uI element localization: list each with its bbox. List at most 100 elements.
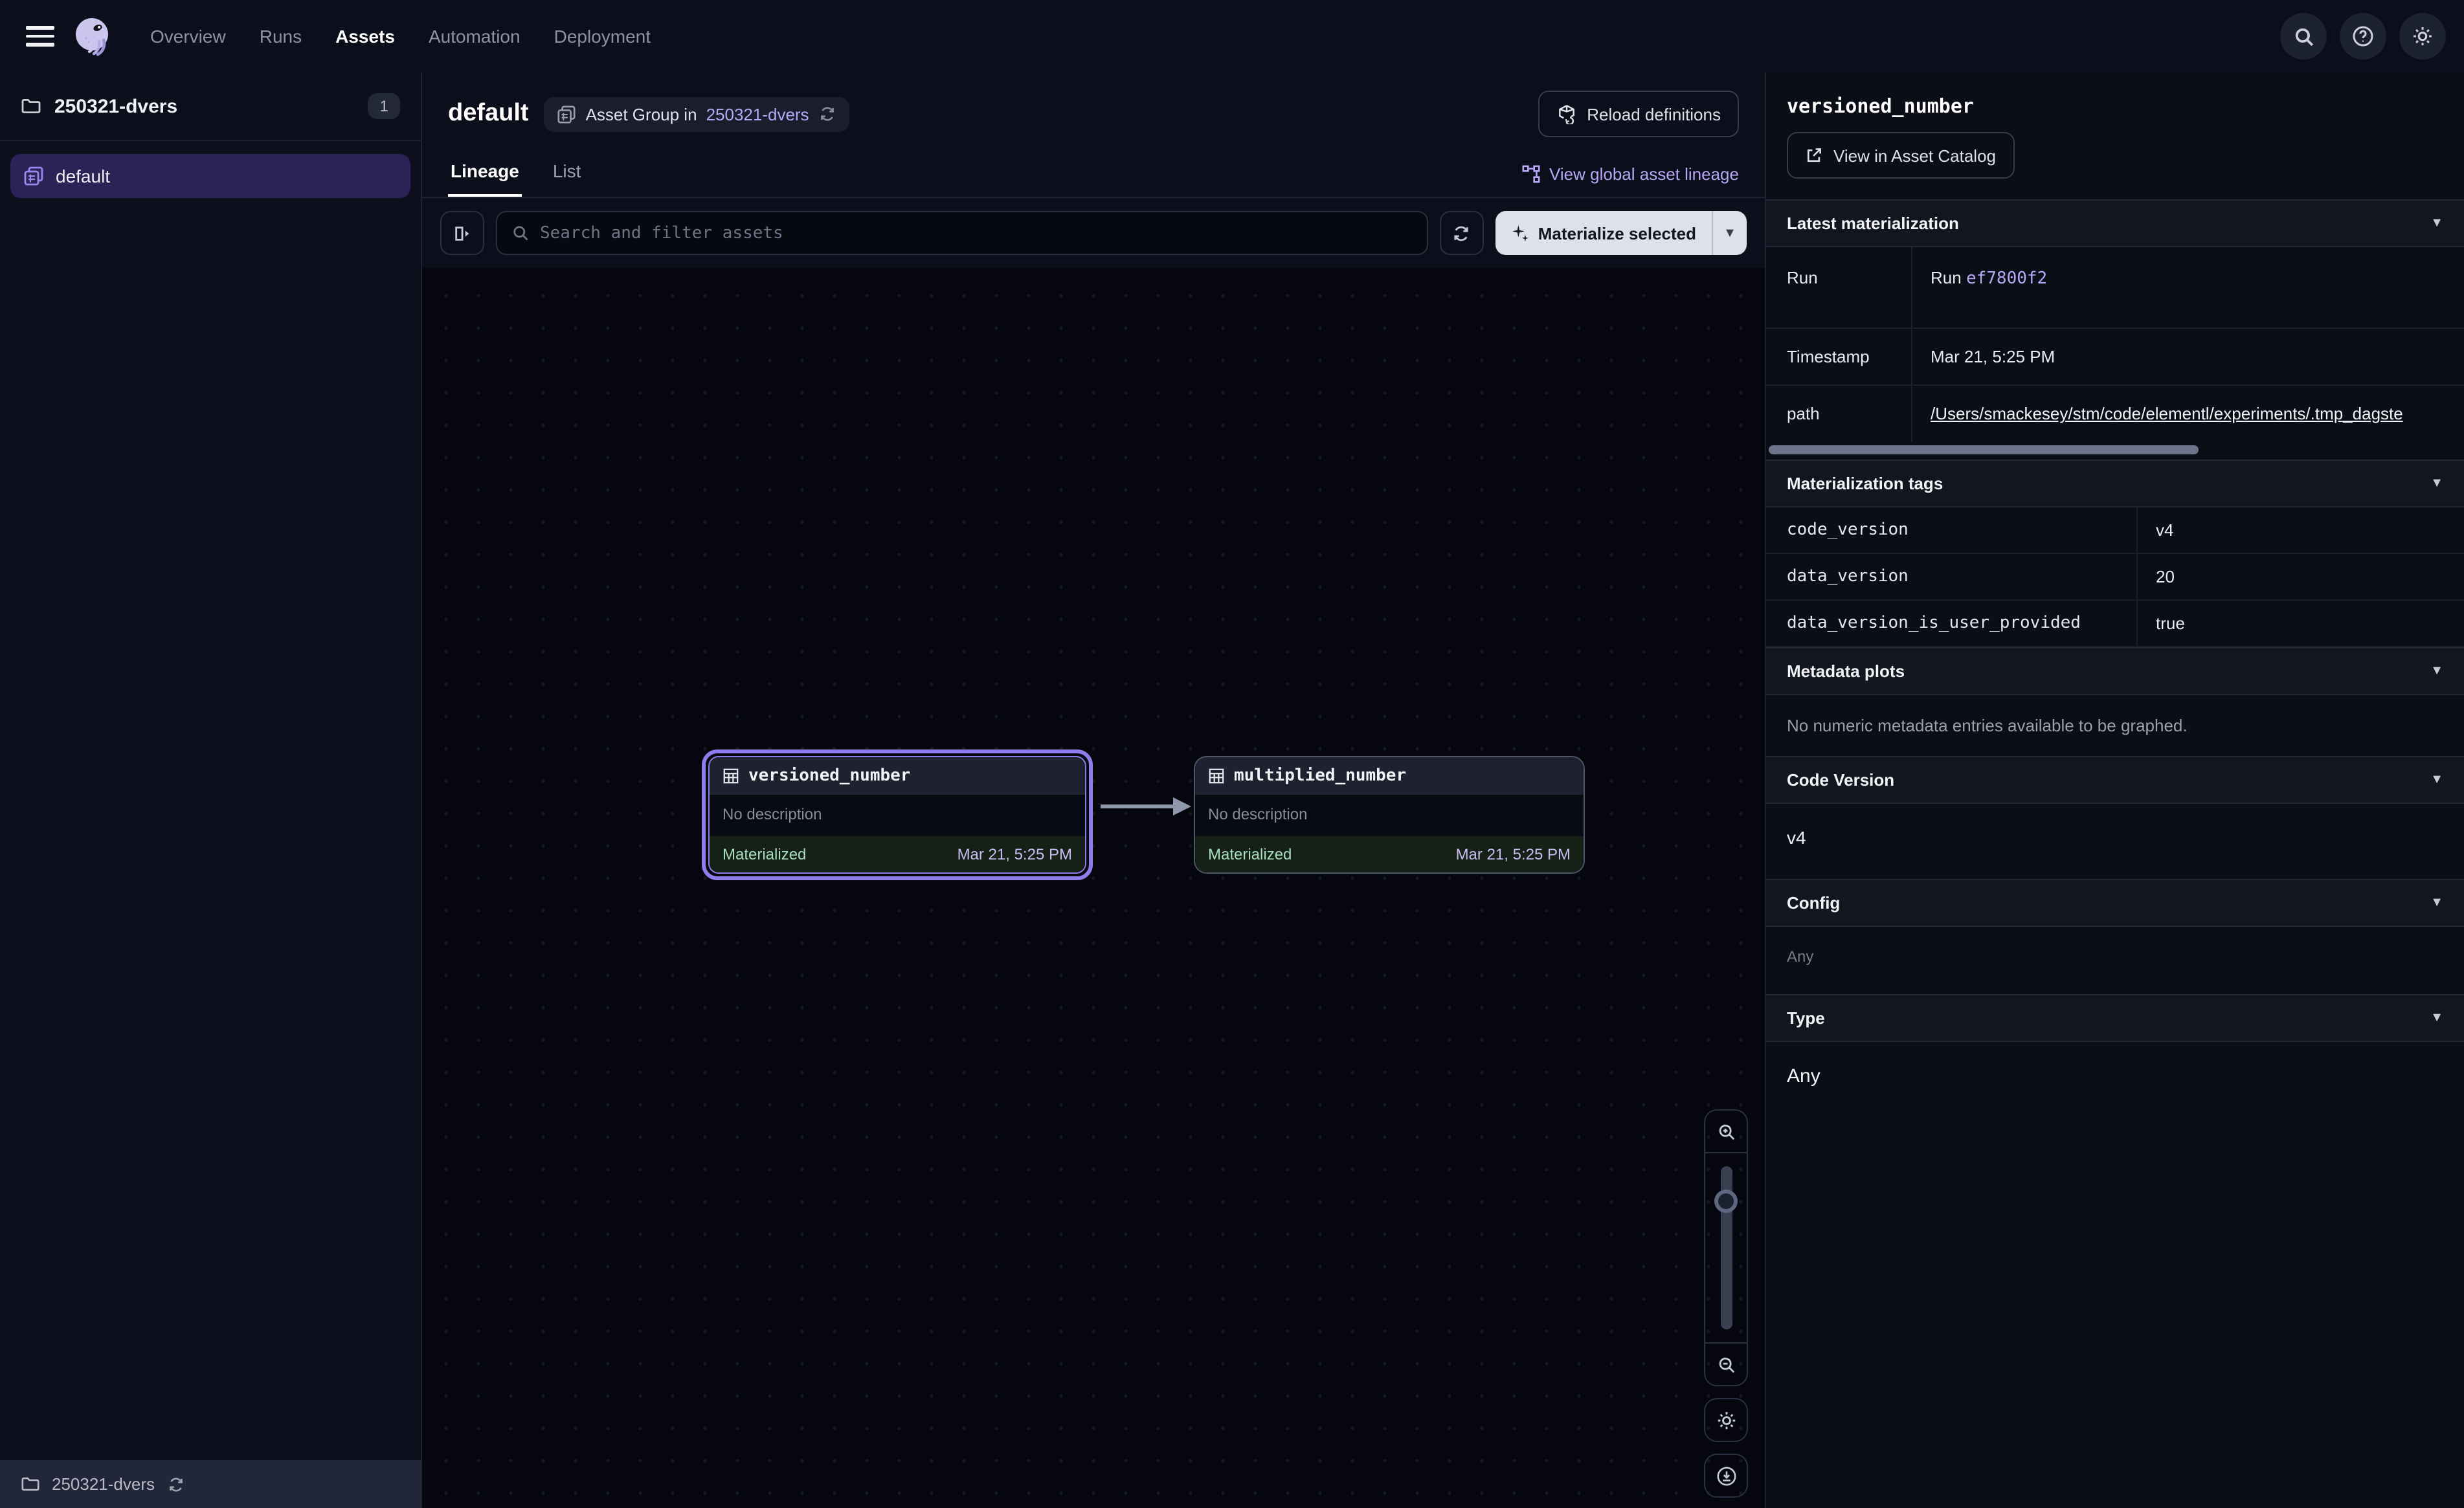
run-id-link[interactable]: ef7800f2 (1966, 269, 2047, 289)
sidebar-group-label: default (56, 166, 110, 186)
zoom-slider-knob[interactable] (1714, 1190, 1738, 1213)
chevron-down-icon: ▼ (2430, 1011, 2443, 1025)
sidebar-repo-name: 250321-dvers (54, 95, 355, 117)
nav-item-deployment[interactable]: Deployment (554, 26, 651, 47)
asset-node-timestamp: Mar 21, 5:25 PM (958, 845, 1072, 863)
view-in-asset-catalog-button[interactable]: View in Asset Catalog (1787, 132, 2014, 179)
tag-value: v4 (2138, 507, 2464, 553)
badge-repo-link[interactable]: 250321-dvers (706, 104, 809, 124)
sidebar-footer-repo[interactable]: 250321-dvers (0, 1460, 421, 1508)
reload-definitions-label: Reload definitions (1587, 104, 1721, 124)
download-graph-button[interactable] (1704, 1454, 1748, 1498)
tag-value: true (2138, 601, 2464, 646)
external-link-icon (1805, 146, 1823, 164)
sidebar-item-default-group[interactable]: default (10, 154, 410, 198)
asset-count-badge: 1 (368, 93, 400, 119)
lineage-canvas[interactable]: versioned_number No description Material… (422, 268, 1765, 1508)
search-input[interactable] (540, 223, 1413, 243)
view-global-label: View global asset lineage (1549, 164, 1739, 184)
row-label: Timestamp (1766, 329, 1912, 384)
asset-search-box (496, 211, 1428, 255)
asset-group-icon (23, 166, 44, 186)
expand-sidebar-button[interactable] (440, 211, 484, 255)
horizontal-scrollbar[interactable] (1769, 445, 2461, 456)
section-heading: Type (1787, 1008, 1825, 1028)
main-content: default Asset Group in 250321-dvers (422, 72, 1765, 1508)
lineage-graph-icon (1521, 164, 1540, 184)
nav-item-overview[interactable]: Overview (150, 26, 226, 47)
asset-groups-sidebar: 250321-dvers 1 default (0, 72, 422, 1508)
chevron-down-icon: ▼ (2430, 216, 2443, 230)
page-header: default Asset Group in 250321-dvers (422, 72, 1765, 145)
nav-item-assets[interactable]: Assets (335, 26, 395, 47)
type-value: Any (1766, 1042, 2464, 1118)
materialize-sparkle-icon (1511, 224, 1529, 242)
reload-cube-icon (1556, 104, 1576, 124)
asset-node-name: versioned_number (748, 766, 910, 786)
asset-node-versioned-number[interactable]: versioned_number No description Material… (702, 749, 1093, 880)
table-row: data_version_is_user_provided true (1766, 601, 2464, 647)
hamburger-menu-icon[interactable] (18, 14, 62, 58)
refresh-graph-button[interactable] (1440, 211, 1484, 255)
section-metadata-plots[interactable]: Metadata plots ▼ (1766, 647, 2464, 695)
zoom-in-icon (1716, 1122, 1736, 1141)
row-value: Mar 21, 5:25 PM (1912, 329, 2464, 384)
chevron-down-icon: ▼ (2430, 773, 2443, 787)
lineage-toolbar: Materialize selected ▼ (422, 198, 1765, 268)
asset-details-title: versioned_number (1766, 72, 2464, 118)
sidebar-repo-row[interactable]: 250321-dvers 1 (0, 72, 421, 141)
section-heading: Code Version (1787, 770, 1894, 790)
section-code-version[interactable]: Code Version ▼ (1766, 756, 2464, 804)
asset-node-status: Materialized (1208, 845, 1292, 863)
help-button[interactable] (2340, 13, 2386, 60)
zoom-out-icon (1716, 1355, 1736, 1374)
code-version-value: v4 (1766, 804, 2464, 879)
chevron-down-icon: ▼ (2430, 476, 2443, 491)
scrollbar-thumb[interactable] (1769, 445, 2199, 454)
asset-details-panel: versioned_number View in Asset Catalog L… (1765, 72, 2464, 1508)
canvas-controls (1704, 1109, 1748, 1498)
zoom-slider[interactable] (1704, 1152, 1748, 1344)
tag-key: data_version_is_user_provided (1766, 601, 2138, 646)
settings-button[interactable] (2399, 13, 2446, 60)
tab-lineage[interactable]: Lineage (448, 150, 522, 197)
table-row: Run Run ef7800f2 (1766, 247, 2464, 329)
asset-node-multiplied-number[interactable]: multiplied_number No description Materia… (1194, 756, 1585, 874)
section-heading: Latest materialization (1787, 214, 1959, 233)
view-global-asset-lineage-link[interactable]: View global asset lineage (1521, 164, 1739, 197)
folder-icon (21, 1474, 40, 1494)
materialize-dropdown-caret[interactable]: ▼ (1713, 211, 1747, 255)
reload-definitions-button[interactable]: Reload definitions (1538, 91, 1739, 137)
zoom-out-button[interactable] (1704, 1344, 1748, 1385)
graph-settings-button[interactable] (1704, 1398, 1748, 1442)
section-config[interactable]: Config ▼ (1766, 879, 2464, 927)
path-link[interactable]: /Users/smackesey/stm/code/elementl/exper… (1931, 404, 2403, 423)
asset-node-name: multiplied_number (1234, 766, 1406, 786)
page-title: default (448, 100, 529, 128)
nav-item-automation[interactable]: Automation (429, 26, 521, 47)
section-heading: Metadata plots (1787, 661, 1905, 681)
table-row: data_version 20 (1766, 554, 2464, 601)
section-materialization-tags[interactable]: Materialization tags ▼ (1766, 460, 2464, 507)
refresh-icon[interactable] (818, 105, 836, 123)
refresh-icon[interactable] (166, 1475, 185, 1493)
dagster-logo[interactable] (70, 14, 114, 58)
section-heading: Config (1787, 893, 1840, 913)
search-icon (2292, 25, 2314, 47)
materialize-selected-button[interactable]: Materialize selected ▼ (1495, 211, 1747, 255)
asset-node-description: No description (1195, 795, 1584, 836)
refresh-icon (1452, 223, 1472, 243)
table-icon (722, 768, 739, 784)
download-icon (1715, 1465, 1737, 1487)
search-button[interactable] (2280, 13, 2327, 60)
badge-prefix-label: Asset Group in (586, 104, 697, 124)
tab-list[interactable]: List (550, 150, 584, 197)
zoom-in-button[interactable] (1704, 1111, 1748, 1152)
chevron-down-icon: ▼ (2430, 896, 2443, 910)
table-row: path /Users/smackesey/stm/code/elementl/… (1766, 386, 2464, 441)
section-latest-materialization[interactable]: Latest materialization ▼ (1766, 199, 2464, 247)
app-window: Overview Runs Assets Automation Deployme… (0, 0, 2464, 1508)
nav-item-runs[interactable]: Runs (260, 26, 302, 47)
search-icon (511, 224, 530, 242)
section-type[interactable]: Type ▼ (1766, 994, 2464, 1042)
